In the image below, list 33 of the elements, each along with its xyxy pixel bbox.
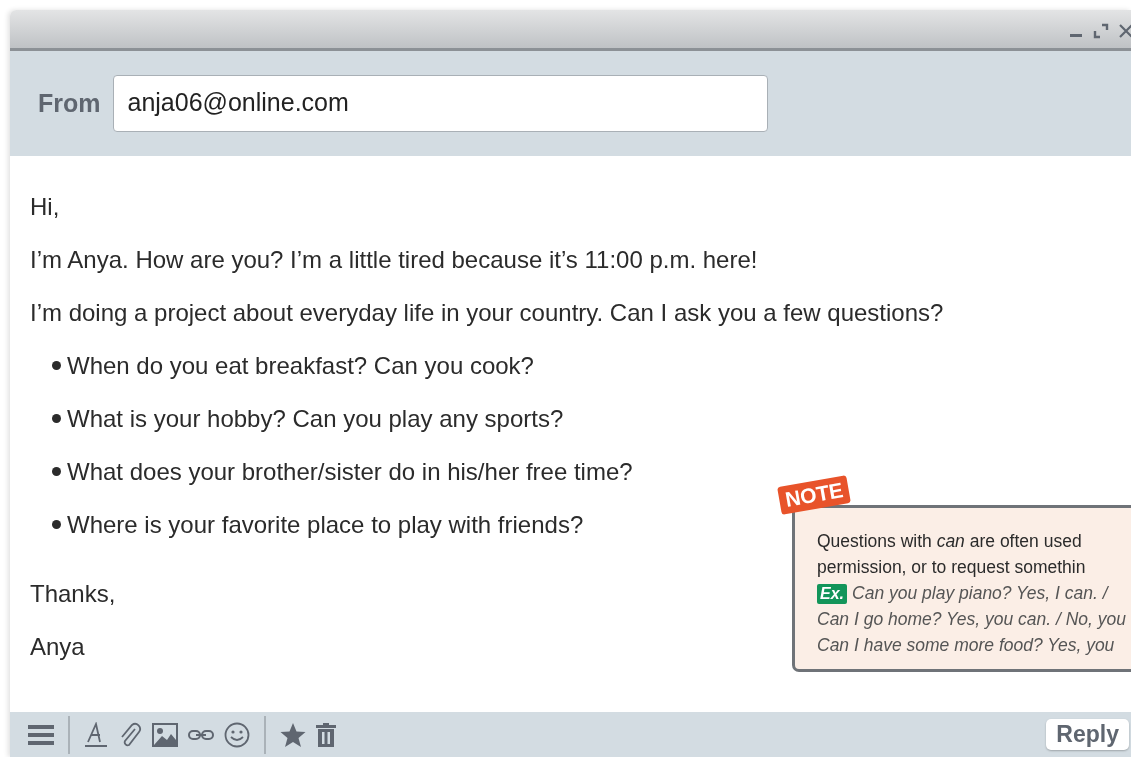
example-text: Can I have some more food? Yes, you — [817, 634, 1115, 657]
example-text: Can I go home? Yes, you can. / No, you — [817, 608, 1127, 631]
bullet-icon — [52, 520, 61, 529]
paragraph-text: I’m Anya. How are you? I’m a little tired because it’s 11:00 p.m. here! — [30, 245, 758, 274]
from-field[interactable]: anja06@online.com — [112, 75, 768, 132]
note-text: permission, or to request somethin — [817, 556, 1087, 579]
reply-button[interactable]: Reply — [1046, 719, 1129, 750]
paragraph-text: I’m doing a project about everyday life in your country. Can I ask you a few questions? — [30, 298, 944, 327]
link-icon[interactable] — [188, 728, 214, 741]
menu-icon[interactable] — [28, 723, 54, 746]
image-icon[interactable] — [152, 722, 178, 747]
example-text: Can you play piano? Yes, I can. / — [852, 582, 1108, 605]
example-label: Ex. — [817, 583, 847, 604]
greeting-text: Hi, — [30, 192, 60, 221]
bullet-icon — [52, 361, 61, 370]
question-text: What is your hobby? Can you play any sports? — [67, 404, 564, 433]
note-tag: NOTE — [777, 475, 852, 515]
paperclip-icon[interactable] — [118, 721, 142, 748]
closing-text: Thanks, — [30, 579, 116, 608]
maximize-icon[interactable] — [1093, 23, 1109, 39]
question-text: When do you eat breakfast? Can you cook? — [67, 351, 534, 380]
text-format-icon[interactable] — [84, 721, 108, 748]
bullet-icon — [52, 467, 61, 476]
from-label: From — [38, 89, 101, 118]
trash-icon[interactable] — [316, 722, 336, 747]
question-text: Where is your favorite place to play with friends? — [67, 510, 584, 539]
smiley-icon[interactable] — [224, 721, 250, 748]
note-text: Questions with can are often used — [817, 530, 1083, 553]
signature-text: Anya — [30, 632, 85, 661]
question-text: What does your brother/sister do in his/her free time? — [67, 457, 633, 486]
close-icon[interactable] — [1119, 24, 1131, 38]
bullet-icon — [52, 414, 61, 423]
star-icon[interactable] — [280, 722, 306, 747]
